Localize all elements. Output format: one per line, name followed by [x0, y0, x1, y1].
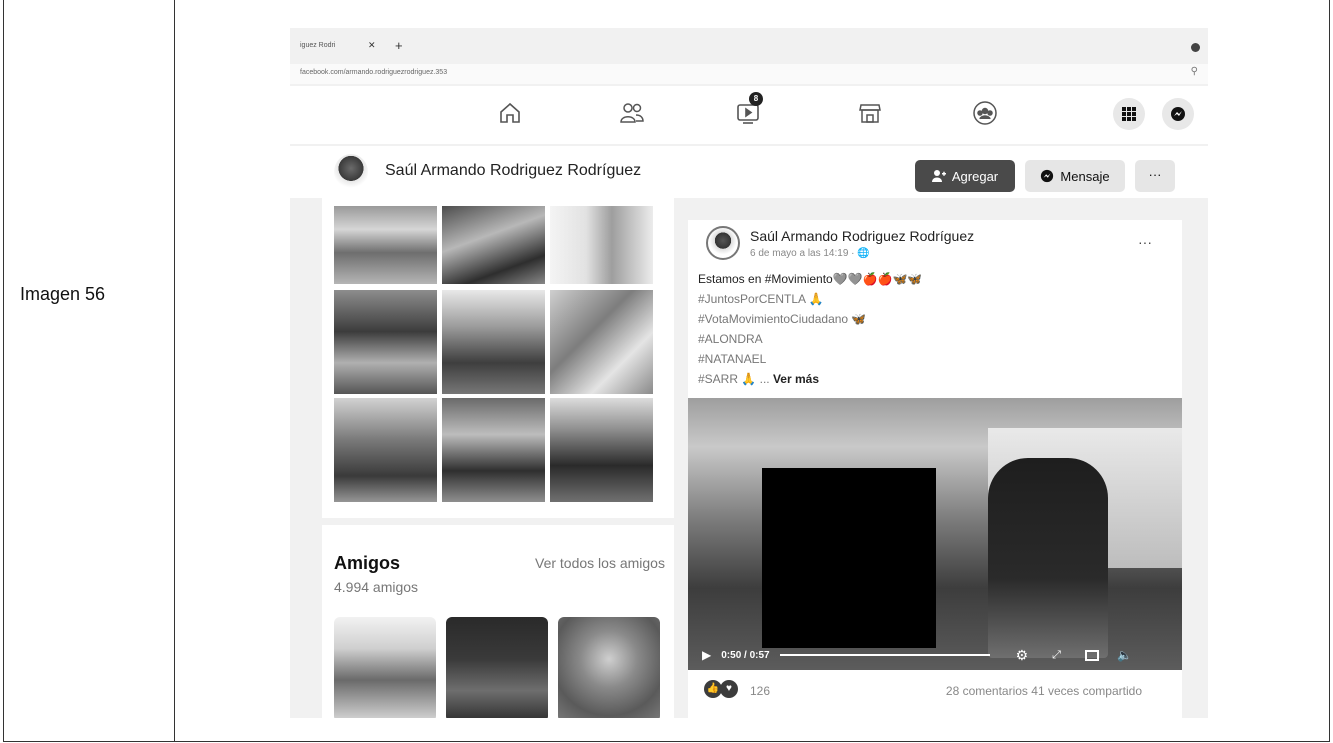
zoom-icon[interactable]: ⚲ — [1191, 66, 1198, 77]
globe-icon: 🌐 — [857, 248, 870, 259]
menu-grid-icon[interactable] — [1113, 98, 1145, 130]
browser-tab-bar: iguez Rodri ✕ + — [290, 38, 1208, 60]
photo-thumbnail[interactable] — [334, 290, 437, 394]
reaction-icons[interactable]: 👍 ♥ — [704, 680, 738, 698]
watch-icon[interactable]: 8 — [733, 92, 763, 128]
video-person-figure — [988, 458, 1108, 658]
photo-thumbnail[interactable] — [550, 290, 653, 394]
post-author-name[interactable]: Saúl Armando Rodriguez Rodríguez — [750, 228, 974, 244]
hashtag-link[interactable]: #SARR 🙏 ... — [698, 372, 770, 386]
profile-name[interactable]: Saúl Armando Rodriguez Rodríguez — [385, 162, 641, 180]
post-author-avatar[interactable] — [706, 226, 740, 260]
see-more-link[interactable]: Ver más — [773, 372, 819, 386]
address-bar[interactable]: facebook.com/armando.rodriguezrodriguez.… — [290, 64, 1208, 84]
video-progress-bar[interactable] — [779, 654, 990, 656]
hashtag-link[interactable]: #ALONDRA — [698, 332, 763, 346]
profile-header: Saúl Armando Rodriguez Rodríguez Agregar… — [290, 146, 1208, 198]
comments-shares[interactable]: 28 comentarios 41 veces compartido — [946, 684, 1142, 698]
home-icon[interactable] — [495, 98, 525, 128]
browser-tab-title[interactable]: iguez Rodri — [300, 42, 335, 49]
friend-thumbnail[interactable] — [334, 617, 436, 718]
add-friend-label: Agregar — [951, 168, 999, 184]
post-options-button[interactable]: ··· — [1138, 234, 1152, 250]
facebook-nav-bar: 8 — [290, 86, 1208, 144]
picture-in-picture-icon[interactable] — [1084, 649, 1099, 661]
photo-thumbnail[interactable] — [550, 398, 653, 502]
marketplace-icon[interactable] — [855, 98, 885, 128]
url-text[interactable]: facebook.com/armando.rodriguezrodriguez.… — [300, 69, 447, 76]
post-date[interactable]: 6 de mayo a las 14:19 · 🌐 — [750, 248, 870, 259]
post-text-last-line: #SARR 🙏 ... Ver más — [698, 372, 819, 386]
photo-thumbnail[interactable] — [442, 206, 545, 284]
photos-card — [322, 198, 674, 518]
hashtag-link[interactable]: #NATANAEL — [698, 352, 766, 366]
fullscreen-icon[interactable]: ⤢ — [1052, 649, 1061, 662]
table-divider — [174, 0, 175, 742]
photo-thumbnail[interactable] — [550, 206, 653, 284]
video-time: 0:50 / 0:57 — [721, 649, 770, 661]
row-label: Imagen 56 — [20, 284, 106, 304]
hashtag-link[interactable]: #VotaMovimientoCiudadano 🦋 — [698, 312, 866, 326]
screenshot-area: iguez Rodri ✕ + facebook.com/armando.rod… — [290, 28, 1208, 718]
play-icon[interactable]: ▶ — [702, 648, 711, 662]
post-text-line: Estamos en #Movimiento🩶🩶🍎🍎🦋🦋 — [698, 272, 923, 286]
post-date-text: 6 de mayo a las 14:19 · — [750, 248, 858, 259]
friends-icon[interactable] — [617, 98, 647, 128]
settings-icon[interactable]: ⚙ — [1016, 647, 1029, 664]
groups-icon[interactable] — [970, 98, 1000, 128]
reaction-count[interactable]: 126 — [750, 684, 770, 698]
profile-more-button[interactable]: ··· — [1135, 160, 1175, 192]
messenger-icon[interactable] — [1162, 98, 1194, 130]
new-tab-icon[interactable]: + — [395, 38, 403, 53]
video-controls: ▶ 0:50 / 0:57 ⚙ ⤢ 🔈 — [688, 640, 1182, 670]
photo-thumbnail[interactable] — [442, 398, 545, 502]
see-all-friends-link[interactable]: Ver todos los amigos — [535, 555, 665, 571]
tab-close-icon[interactable]: ✕ — [368, 40, 376, 51]
friends-title[interactable]: Amigos — [334, 553, 400, 574]
photo-thumbnail[interactable] — [442, 290, 545, 394]
message-label: Mensaje — [1060, 168, 1110, 184]
profile-avatar[interactable] — [334, 154, 368, 190]
hashtag-link[interactable]: #JuntosPorCENTLA 🙏 — [698, 292, 824, 306]
post-card: Saúl Armando Rodriguez Rodríguez 6 de ma… — [688, 220, 1182, 718]
redaction-box — [762, 468, 936, 648]
watch-badge: 8 — [749, 92, 763, 106]
friends-count: 4.994 amigos — [334, 579, 419, 595]
friends-card: Amigos Ver todos los amigos 4.994 amigos — [322, 525, 674, 718]
friend-thumbnail[interactable] — [446, 617, 548, 718]
photo-thumbnail[interactable] — [334, 206, 437, 284]
add-friend-button[interactable]: Agregar — [915, 160, 1015, 192]
message-button[interactable]: Mensaje — [1025, 160, 1125, 192]
photo-thumbnail[interactable] — [334, 398, 437, 502]
messenger-small-icon — [1041, 169, 1054, 183]
post-video[interactable]: ▶ 0:50 / 0:57 ⚙ ⤢ 🔈 — [688, 398, 1182, 670]
browser-menu-icon[interactable] — [1191, 43, 1200, 52]
post-footer: 👍 ♥ 126 28 comentarios 41 veces comparti… — [688, 672, 1182, 712]
friend-thumbnail[interactable] — [558, 617, 660, 718]
add-friend-icon — [931, 170, 946, 182]
volume-icon[interactable]: 🔈 — [1117, 648, 1132, 662]
love-icon: ♥ — [720, 680, 738, 698]
